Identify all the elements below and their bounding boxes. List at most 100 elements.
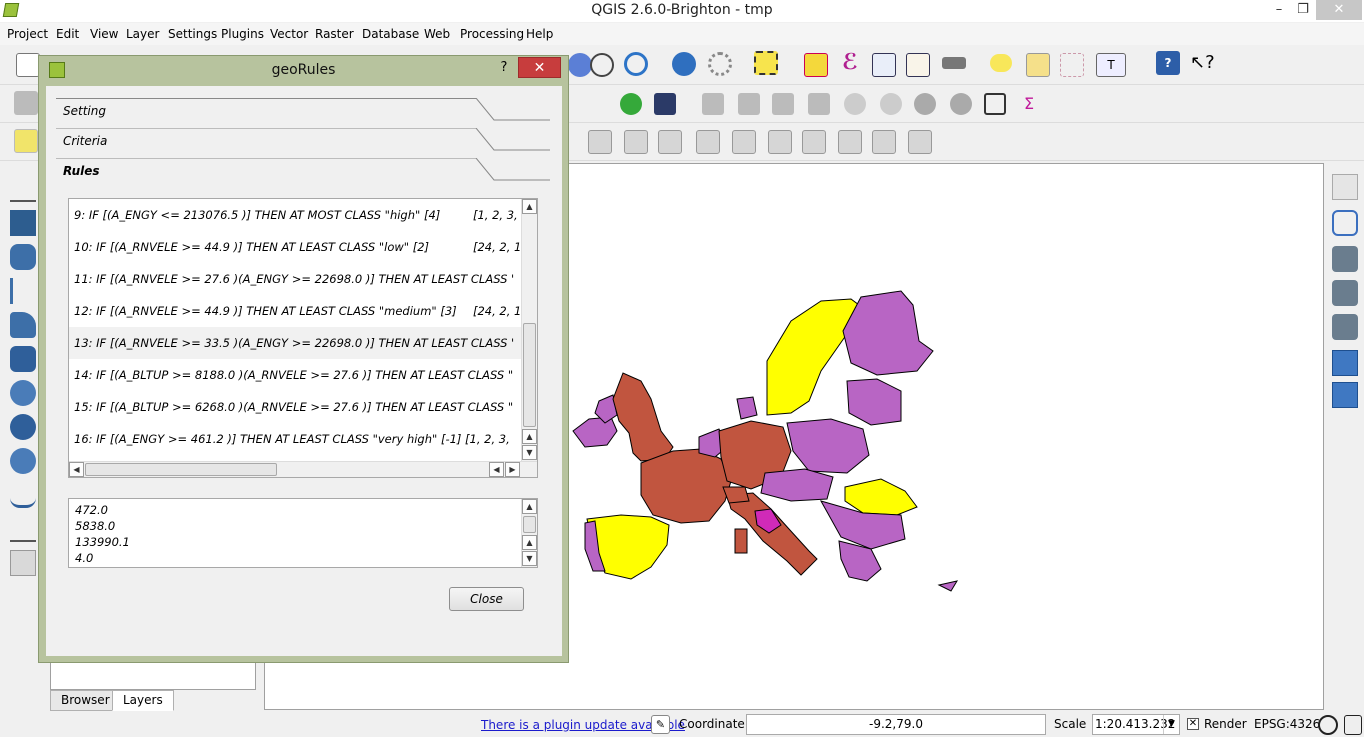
tool-e-icon[interactable]	[844, 93, 866, 115]
new-project-icon[interactable]	[16, 53, 40, 77]
rule-row[interactable]: 11: IF [(A_RNVELE >= 27.6 )(A_ENGY >= 22…	[69, 263, 521, 295]
rules-vertical-scrollbar[interactable]: ▲ ▲ ▼	[521, 199, 537, 461]
field-calculator-icon[interactable]	[906, 53, 930, 77]
layer-tool-3-icon[interactable]	[658, 130, 682, 154]
menu-web[interactable]: Web	[424, 27, 450, 41]
label-icon[interactable]	[14, 129, 38, 153]
menu-processing[interactable]: Processing	[460, 27, 524, 41]
map-tips-icon[interactable]	[990, 54, 1012, 72]
deselect-icon[interactable]	[804, 53, 828, 77]
chevron-down-icon[interactable]: ▼	[1163, 715, 1179, 734]
tool-a-icon[interactable]	[702, 93, 724, 115]
whats-this-icon[interactable]: ↖?	[1190, 51, 1215, 75]
log-messages-icon[interactable]	[1344, 715, 1362, 735]
zoom-layer-icon[interactable]	[568, 53, 592, 77]
plugin-5-icon[interactable]	[1332, 314, 1358, 340]
tool-h-icon[interactable]	[950, 93, 972, 115]
scroll-right-icon[interactable]: ▶	[505, 462, 520, 477]
add-postgis-layer-icon[interactable]	[10, 244, 36, 270]
menu-database[interactable]: Database	[362, 27, 419, 41]
identify-icon[interactable]	[672, 52, 696, 76]
add-wcs-layer-icon[interactable]	[10, 414, 36, 440]
gps-icon[interactable]	[654, 93, 676, 115]
plugin-6-icon[interactable]	[1332, 350, 1358, 376]
scroll-up-icon[interactable]: ▲	[522, 199, 537, 214]
menu-plugins[interactable]: Plugins	[221, 27, 264, 41]
new-spatialite-icon[interactable]	[10, 550, 36, 576]
text-annotation-icon[interactable]: T	[1096, 53, 1126, 77]
render-checkbox[interactable]: ✕	[1187, 718, 1199, 730]
plugin-3-icon[interactable]	[1332, 246, 1358, 272]
layers-panel[interactable]	[50, 660, 256, 690]
show-bookmarks-icon[interactable]	[1060, 53, 1084, 77]
layer-tool-7-icon[interactable]	[802, 130, 826, 154]
help-contents-icon[interactable]: ?	[1156, 51, 1180, 75]
menu-settings[interactable]: Settings	[168, 27, 217, 41]
menu-edit[interactable]: Edit	[56, 27, 79, 41]
menu-raster[interactable]: Raster	[315, 27, 354, 41]
select-features-icon[interactable]	[754, 51, 778, 75]
scroll-thumb[interactable]	[523, 516, 536, 533]
layer-tool-6-icon[interactable]	[768, 130, 792, 154]
close-button[interactable]: Close	[449, 587, 524, 611]
scroll-left-icon[interactable]: ◀	[69, 462, 84, 477]
rule-row[interactable]: 10: IF [(A_RNVELE >= 44.9 )] THEN AT LEA…	[69, 231, 521, 263]
scroll-down-icon[interactable]: ▼	[522, 445, 537, 460]
measure-icon[interactable]	[942, 57, 966, 69]
tab-layers[interactable]: Layers	[112, 690, 174, 711]
scroll-up-icon[interactable]: ▲	[522, 535, 537, 550]
scroll-thumb[interactable]	[523, 323, 536, 427]
add-vector-layer-icon[interactable]	[10, 176, 36, 202]
add-mssql-layer-icon[interactable]	[10, 312, 36, 338]
menu-view[interactable]: View	[90, 27, 118, 41]
layer-tool-1-icon[interactable]	[588, 130, 612, 154]
scroll-up-icon[interactable]: ▲	[522, 429, 537, 444]
edit-pencil-icon[interactable]	[14, 91, 38, 115]
scroll-up-icon[interactable]: ▲	[522, 499, 537, 514]
dialog-help-button[interactable]: ?	[497, 60, 511, 75]
crs-label[interactable]: EPSG:4326	[1254, 717, 1320, 731]
add-delimited-text-icon[interactable]	[10, 482, 36, 508]
rules-list[interactable]: 9: IF [(A_ENGY <= 213076.5 )] THEN AT MO…	[68, 198, 538, 478]
crs-globe-icon[interactable]	[1318, 715, 1338, 735]
scroll-left-icon[interactable]: ◀	[489, 462, 504, 477]
globe-icon[interactable]	[620, 93, 642, 115]
expression-select-icon[interactable]: ℰ	[838, 51, 862, 75]
values-list[interactable]: 472.0 5838.0 133990.1 4.0 ▲ ▲ ▼	[68, 498, 538, 568]
rule-row[interactable]: 16: IF [(A_ENGY >= 461.2 )] THEN AT LEAS…	[69, 423, 521, 455]
menu-project[interactable]: Project	[7, 27, 48, 41]
messages-icon[interactable]: ✎	[651, 715, 670, 734]
zoom-last-icon[interactable]	[590, 53, 614, 77]
scroll-down-icon[interactable]: ▼	[522, 551, 537, 566]
layer-tool-4-icon[interactable]	[696, 130, 720, 154]
layer-tool-5-icon[interactable]	[732, 130, 756, 154]
add-wfs-layer-icon[interactable]	[10, 448, 36, 474]
add-wms-layer-icon[interactable]	[10, 380, 36, 406]
menu-layer[interactable]: Layer	[126, 27, 159, 41]
coordinate-field[interactable]: -9.2,79.0	[746, 714, 1046, 735]
values-vertical-scrollbar[interactable]: ▲ ▲ ▼	[521, 499, 537, 567]
scroll-thumb[interactable]	[85, 463, 277, 476]
menu-help[interactable]: Help	[526, 27, 553, 41]
scale-select[interactable]: 1:20.413.232 ▼	[1092, 714, 1180, 735]
add-oracle-layer-icon[interactable]	[10, 346, 36, 372]
plugin-4-icon[interactable]	[1332, 280, 1358, 306]
layer-tool-10-icon[interactable]	[908, 130, 932, 154]
rule-row[interactable]: 12: IF [(A_RNVELE >= 44.9 )] THEN AT LEA…	[69, 295, 521, 327]
rule-row[interactable]: 14: IF [(A_BLTUP >= 8188.0 )(A_RNVELE >=…	[69, 359, 521, 391]
tool-c-icon[interactable]	[772, 93, 794, 115]
new-shapefile-icon[interactable]	[10, 516, 36, 542]
add-spatialite-layer-icon[interactable]	[10, 278, 36, 304]
tool-d-icon[interactable]	[808, 93, 830, 115]
statistics-icon[interactable]: Σ	[1018, 93, 1040, 115]
plugin-7-icon[interactable]	[1332, 382, 1358, 408]
menu-vector[interactable]: Vector	[270, 27, 308, 41]
section-rules[interactable]: Rules	[56, 158, 550, 184]
layer-tool-2-icon[interactable]	[624, 130, 648, 154]
tool-b-icon[interactable]	[738, 93, 760, 115]
maximize-button[interactable]: ❐	[1288, 0, 1318, 20]
layer-tool-8-icon[interactable]	[838, 130, 862, 154]
tool-f-icon[interactable]	[880, 93, 902, 115]
tool-g-icon[interactable]	[914, 93, 936, 115]
new-bookmark-icon[interactable]	[1026, 53, 1050, 77]
